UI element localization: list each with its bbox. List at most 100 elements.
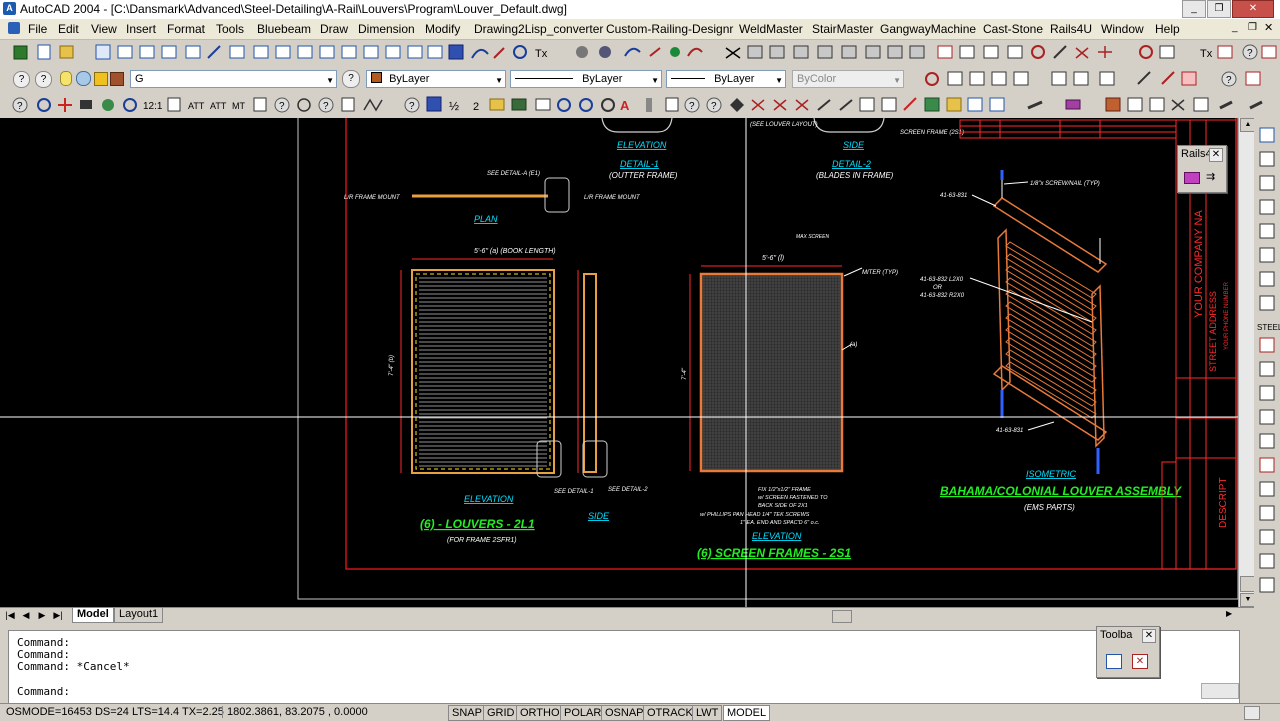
iso-part-bottom: 41-63-831	[996, 428, 1023, 434]
stair-icon[interactable]: ⇉	[1206, 170, 1215, 183]
command-prompt[interactable]: Command:	[17, 685, 70, 698]
snap-toggle[interactable]: SNAP	[448, 705, 486, 721]
chevron-down-icon: ▼	[893, 76, 901, 85]
drawing-svg: ELEVATION DETAIL-1 (OUTTER FRAME) SIDE D…	[0, 118, 1238, 607]
frame-mount-right-note: L/R FRAME MOUNT	[584, 195, 641, 201]
doc-minimize-button[interactable]: _	[1232, 22, 1238, 33]
menu-bar: File Edit View Insert Format Tools Blueb…	[0, 19, 1280, 40]
menu-window[interactable]: Window	[1101, 22, 1144, 36]
osnap-toggle[interactable]: OSNAP	[601, 705, 648, 721]
tab-layout1[interactable]: Layout1	[114, 608, 164, 623]
lwt-toggle[interactable]: LWT	[692, 705, 723, 721]
edit-icon[interactable]	[1106, 654, 1122, 669]
model-toggle[interactable]: MODEL	[723, 705, 771, 721]
polar-toggle[interactable]: POLAR	[560, 705, 606, 721]
svg-text:?: ?	[1226, 75, 1232, 86]
close-window-button[interactable]: ✕	[1232, 0, 1274, 18]
menu-file[interactable]: File	[28, 22, 47, 36]
menu-draw[interactable]: Draw	[320, 22, 348, 36]
drawing-area[interactable]: ELEVATION DETAIL-1 (OUTTER FRAME) SIDE D…	[0, 118, 1238, 607]
command-scrollbar[interactable]	[1201, 683, 1239, 699]
toolbar-floating-palette[interactable]: Toolba ✕ ✕	[1096, 626, 1160, 678]
layer-dropdown[interactable]: G ▼	[130, 70, 337, 88]
menu-drawing2lisp[interactable]: Drawing2Lisp_converter	[474, 22, 603, 36]
scroll-right-icon[interactable]: ▶	[1226, 609, 1232, 618]
svg-text:½: ½	[449, 99, 459, 113]
ortho-toggle[interactable]: ORTHO	[516, 705, 564, 721]
color-dropdown[interactable]: ByLayer ▼	[366, 70, 506, 88]
menu-tools[interactable]: Tools	[216, 22, 244, 36]
svg-text:ATT: ATT	[210, 101, 227, 111]
svg-text:?: ?	[1247, 48, 1253, 59]
doc-restore-button[interactable]: ❐	[1248, 22, 1257, 33]
menu-stairmaster[interactable]: StairMaster	[812, 22, 873, 36]
horizontal-scroll-thumb[interactable]	[832, 610, 852, 623]
menu-modify[interactable]: Modify	[425, 22, 460, 36]
louvers-subtitle: (FOR FRAME 2SFR1)	[447, 537, 517, 544]
description-label: DESCRIPT	[1218, 477, 1229, 528]
see-detail-1-note: SEE DETAIL-1	[554, 489, 594, 495]
close-icon[interactable]: ✕	[1209, 148, 1223, 162]
layer-freeze-icon[interactable]	[76, 71, 91, 86]
menu-dimension[interactable]: Dimension	[358, 22, 415, 36]
menu-insert[interactable]: Insert	[126, 22, 156, 36]
vertical-scrollbar[interactable]: ▲ ▼	[1238, 118, 1256, 607]
menu-weldmaster[interactable]: WeldMaster	[739, 22, 803, 36]
doc-close-button[interactable]: ✕	[1264, 21, 1273, 34]
otrack-toggle[interactable]: OTRACK	[643, 705, 697, 721]
cursor-coordinates[interactable]: 1802.3861, 83.2075 , 0.0000	[222, 706, 368, 718]
miter-leader	[843, 267, 863, 277]
menu-format[interactable]: Format	[167, 22, 205, 36]
screen-note-block: FIX 1/2"x1/2" FRAME w/ SCREEN FASTENED T…	[700, 487, 828, 526]
menu-edit[interactable]: Edit	[58, 22, 79, 36]
chevron-down-icon: ▼	[651, 76, 659, 85]
svg-text:?: ?	[279, 101, 285, 112]
tray-settings-icon[interactable]	[1244, 706, 1260, 720]
first-tab-icon[interactable]: |◀	[4, 609, 16, 621]
menu-gangwaymachine[interactable]: GangwayMachine	[880, 22, 976, 36]
properties-toolbar-icons: ?	[925, 71, 1261, 87]
command-history-line: Command: *Cancel*	[17, 660, 130, 673]
prev-tab-icon[interactable]: ◀	[20, 609, 32, 621]
menu-help[interactable]: Help	[1155, 22, 1180, 36]
detail-2-sublabel: (BLADES IN FRAME)	[816, 171, 894, 180]
help-icon[interactable]: ?	[342, 70, 360, 88]
louvers-title: (6) - LOUVERS - 2L1	[420, 517, 535, 531]
menu-rails4u[interactable]: Rails4U	[1050, 22, 1092, 36]
company-phone: YOUR PHONE NUMBER	[1224, 281, 1230, 350]
screen-elevation-label: ELEVATION	[752, 531, 802, 541]
linetype-dropdown[interactable]: ByLayer ▼	[510, 70, 662, 88]
iso-part-top-leader	[971, 194, 997, 207]
snap-toolbar-icons: ? 12:1 ATT ATT MT ? ? ? ½ 2 A ? ?	[12, 96, 1263, 113]
layer-on-icon[interactable]	[60, 71, 72, 86]
rail-icon[interactable]	[1184, 172, 1200, 184]
minimize-button[interactable]: _	[1182, 0, 1206, 18]
last-tab-icon[interactable]: ▶|	[52, 609, 64, 621]
menu-view[interactable]: View	[91, 22, 117, 36]
rails4-floating-toolbar[interactable]: Rails4 ✕ ⇉	[1177, 145, 1227, 193]
menu-custom-railing[interactable]: Custom-Railing-Designr	[606, 22, 733, 36]
menu-bluebeam[interactable]: Bluebeam	[257, 22, 311, 36]
svg-text:?: ?	[711, 101, 717, 112]
help-icon[interactable]: ?	[13, 71, 30, 88]
layer-lock-icon[interactable]	[94, 72, 108, 86]
lineweight-dropdown[interactable]: ByLayer ▼	[666, 70, 786, 88]
restore-button[interactable]: ❐	[1207, 0, 1231, 18]
close-icon[interactable]: ✕	[1142, 629, 1156, 643]
delete-icon[interactable]: ✕	[1132, 654, 1148, 669]
layer-color-icon[interactable]	[110, 72, 124, 86]
standard-toolbar: Tx Tx ?	[0, 40, 1280, 67]
grid-toggle[interactable]: GRID	[483, 705, 519, 721]
help-icon[interactable]: ?	[35, 71, 52, 88]
next-tab-icon[interactable]: ▶	[36, 609, 48, 621]
svg-text:w/ PHILLIPS PAN HEAD 1/4" TEK: w/ PHILLIPS PAN HEAD 1/4" TEK SCREWS	[700, 512, 810, 518]
linetype-sample-icon	[515, 78, 573, 79]
command-window[interactable]: Command: Command: Command: *Cancel* Comm…	[8, 630, 1240, 704]
menu-cast-stone[interactable]: Cast-Stone	[983, 22, 1043, 36]
louver-inner-frame	[415, 273, 551, 470]
louver-side-view	[583, 273, 597, 473]
autocad-app-icon[interactable]: A	[3, 2, 16, 15]
tab-model[interactable]: Model	[72, 608, 114, 623]
right-toolbar-icons: STEEL	[1257, 127, 1280, 593]
document-icon[interactable]	[8, 22, 20, 34]
